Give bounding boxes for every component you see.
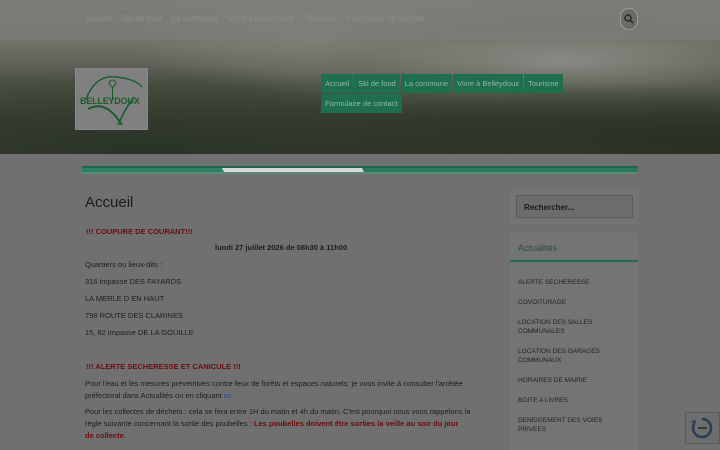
news-item-secheresse[interactable]: ALERTE SECHERESSE <box>518 278 628 287</box>
site-logo[interactable]: BELLEYDOUX <box>75 68 148 130</box>
logo-text: BELLEYDOUX <box>80 96 140 106</box>
power-cut-alert: !!! COUPURE DE COURANT!!! <box>86 227 193 236</box>
drought-paragraph: Pour l'eau et les mesures préventives co… <box>85 378 497 402</box>
address-item: LA MERLE D EN HAUT <box>85 294 165 303</box>
quartiers-label: Quartiers ou lieux-dits : <box>85 260 163 269</box>
top-nav-contact[interactable]: Formulaire de contact <box>347 14 424 23</box>
sidebar-title: Actualités <box>518 243 558 253</box>
news-item-label: BOITE A LIVRES <box>518 397 568 404</box>
top-nav: Accueil Ski de fond La commune Vivre à B… <box>86 14 424 23</box>
nav-accueil[interactable]: Accueil <box>321 74 354 93</box>
news-item-label: ALERTE SECHERESSE <box>518 279 590 286</box>
news-item-horaires[interactable]: HORAIRES DE MAIRIE <box>518 376 628 385</box>
drought-text-2: préfectoral dans Actualités ou en cliqua… <box>85 391 222 400</box>
news-item-location-garages[interactable]: LOCATION DES GARAGES COMMUNAUX <box>518 347 628 365</box>
news-item-label: LOCATION DES SALLES <box>518 319 593 326</box>
top-nav-tourisme[interactable]: Tourisme <box>304 14 336 23</box>
nav-formulaire-de-contact[interactable]: Formulaire de contact <box>321 94 402 113</box>
news-item-label: LOCATION DES GARAGES <box>518 348 600 355</box>
top-nav-vivre[interactable]: Vivre à Belleydoux <box>228 14 294 23</box>
top-bar: Accueil Ski de fond La commune Vivre à B… <box>0 0 720 40</box>
news-item-label: COVOITURAGE <box>518 299 567 306</box>
waste-rule-2: de collecte <box>85 431 124 440</box>
waste-text-end: . <box>123 431 126 440</box>
address-item: 798 ROUTE DES CLARINES <box>85 311 183 320</box>
news-item-label: COMMUNAUX <box>518 357 562 364</box>
sidebar-search-input[interactable]: Rechercher... <box>516 195 633 218</box>
sidebar-title-underline <box>510 260 638 262</box>
decorative-band <box>82 166 638 174</box>
drought-text-1: Pour l'eau et les mesures préventives co… <box>85 379 463 388</box>
news-item-location-salles[interactable]: LOCATION DES SALLES COMMUNALES <box>518 318 628 336</box>
news-item-boite-livres[interactable]: BOITE A LIVRES <box>518 396 628 405</box>
waste-rule-1: Les poubelles doivent être sorties la ve… <box>253 419 459 428</box>
top-nav-accueil[interactable]: Accueil <box>86 14 112 23</box>
top-nav-ski[interactable]: Ski de fond <box>122 14 162 23</box>
nav-vivre-a-belleydoux[interactable]: Vivre à Belleydoux <box>453 74 524 93</box>
address-item: 15, 82 impasse DE LA GOUILLE <box>85 328 194 337</box>
drought-link[interactable]: ici <box>224 391 231 400</box>
nav-la-commune[interactable]: La commune <box>400 74 453 93</box>
top-nav-commune[interactable]: La commune <box>172 14 218 23</box>
main-nav: Accueil Ski de fond La commune Vivre à B… <box>321 74 581 114</box>
drought-alert: !!! ALERTE SECHERESSE ET CANICULE !!! <box>86 362 241 371</box>
news-item-label: PRIVEES <box>518 426 547 433</box>
nav-tourisme[interactable]: Tourisme <box>524 74 563 93</box>
waste-paragraph: Pour les collectes de déchets : cela se … <box>85 406 497 442</box>
waste-text-2: règle suivante concernant la sortie des … <box>85 419 254 428</box>
power-cut-date: lundi 27 juillet 2026 de 08h30 à 11h00 <box>215 243 348 252</box>
waste-text-1: Pour les collectes de déchets : cela se … <box>85 407 471 416</box>
news-item-label: COMMUNALES <box>518 328 565 335</box>
address-item: 316 impasse DES FAYARDS <box>85 277 182 286</box>
drought-text-end: . <box>230 391 234 400</box>
news-item-covoiturage[interactable]: COVOITURAGE <box>518 298 628 307</box>
news-item-deneigement[interactable]: DENEIGEMENT DES VOIES PRIVEES <box>518 416 628 434</box>
news-item-label: HORAIRES DE MAIRIE <box>518 377 587 384</box>
recaptcha-icon <box>691 417 713 439</box>
news-item-label: DENEIGEMENT DES VOIES <box>518 417 603 424</box>
search-toggle-button[interactable] <box>620 8 638 30</box>
page-title: Accueil <box>85 194 134 211</box>
nav-ski-de-fond[interactable]: Ski de fond <box>354 74 400 93</box>
recaptcha-badge[interactable] <box>685 412 720 444</box>
main-content: Accueil !!! COUPURE DE COURANT!!! lundi … <box>80 180 498 450</box>
search-icon <box>624 14 634 24</box>
